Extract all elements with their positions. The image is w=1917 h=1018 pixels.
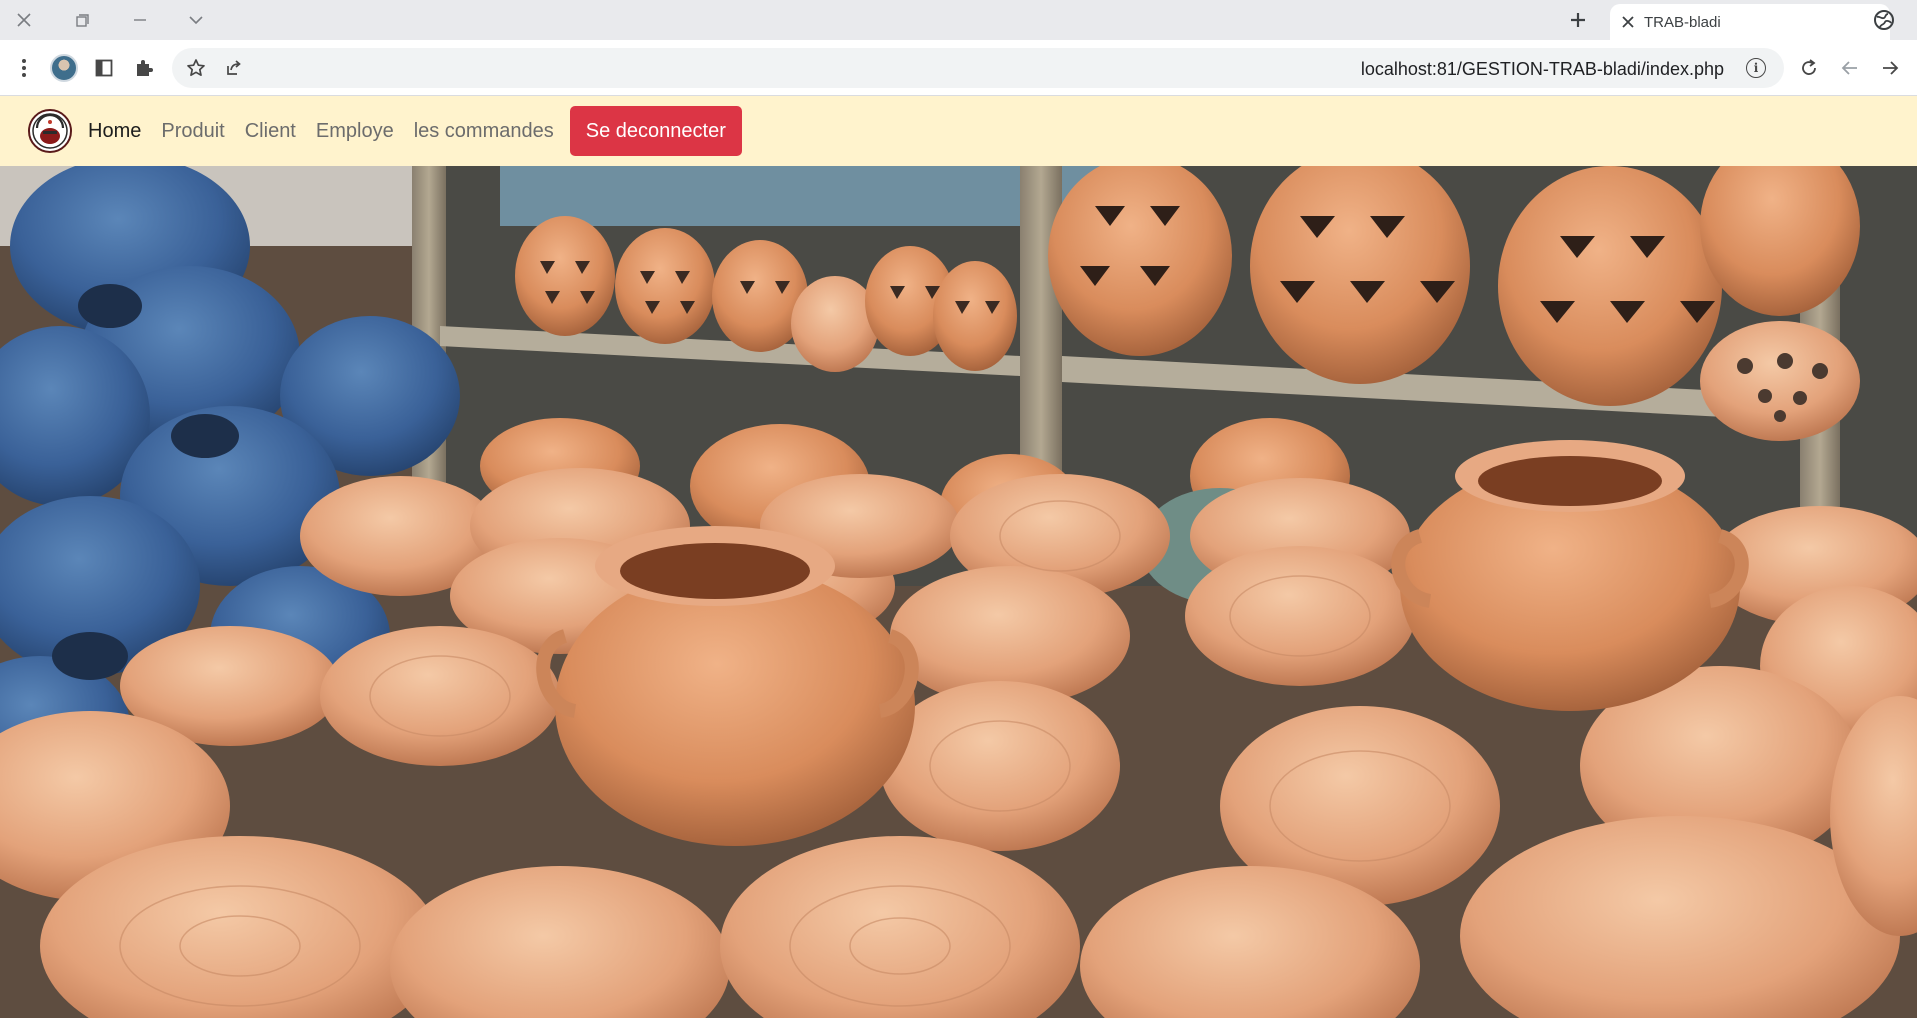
arrow-right-icon[interactable] — [1876, 54, 1904, 82]
browser-tab[interactable]: TRAB-bladi — [1610, 4, 1890, 40]
nav-link-employe[interactable]: Employe — [316, 120, 394, 143]
address-bar[interactable]: localhost:81/GESTION-TRAB-bladi/index.ph… — [172, 48, 1784, 88]
address-url: localhost:81/GESTION-TRAB-bladi/index.ph… — [1360, 59, 1724, 79]
site-navbar: Home Produit Client Employe les commande… — [0, 96, 1917, 166]
profile-avatar-icon[interactable] — [50, 54, 78, 82]
chevron-down-icon[interactable] — [178, 6, 214, 34]
tab-close-icon[interactable] — [1620, 14, 1636, 30]
browser-tab-strip: TRAB-bladi — [0, 0, 1917, 40]
reload-icon[interactable] — [1795, 54, 1823, 82]
info-icon[interactable]: i — [1746, 58, 1766, 78]
share-icon[interactable] — [220, 54, 248, 82]
pottery-illustration — [0, 166, 1917, 1018]
arrow-left-icon[interactable] — [1836, 54, 1864, 82]
side-panel-icon[interactable] — [90, 54, 118, 82]
globe-icon[interactable] — [1872, 8, 1896, 32]
nav-link-client[interactable]: Client — [245, 120, 296, 143]
star-icon[interactable] — [182, 54, 210, 82]
brand-logo[interactable] — [28, 109, 72, 153]
plus-icon[interactable] — [1560, 6, 1596, 34]
minimize-icon[interactable] — [122, 6, 158, 34]
kebab-menu-icon[interactable] — [10, 54, 38, 82]
browser-toolbar: localhost:81/GESTION-TRAB-bladi/index.ph… — [0, 40, 1917, 96]
close-icon[interactable] — [6, 6, 42, 34]
nav-link-commandes[interactable]: les commandes — [414, 120, 554, 143]
puzzle-icon[interactable] — [130, 54, 158, 82]
nav-link-home[interactable]: Home — [88, 120, 141, 143]
nav-link-produit[interactable]: Produit — [161, 120, 224, 143]
restore-icon[interactable] — [64, 6, 100, 34]
hero-image — [0, 166, 1917, 1018]
logout-button[interactable]: Se deconnecter — [569, 106, 742, 156]
tab-title: TRAB-bladi — [1644, 13, 1721, 31]
